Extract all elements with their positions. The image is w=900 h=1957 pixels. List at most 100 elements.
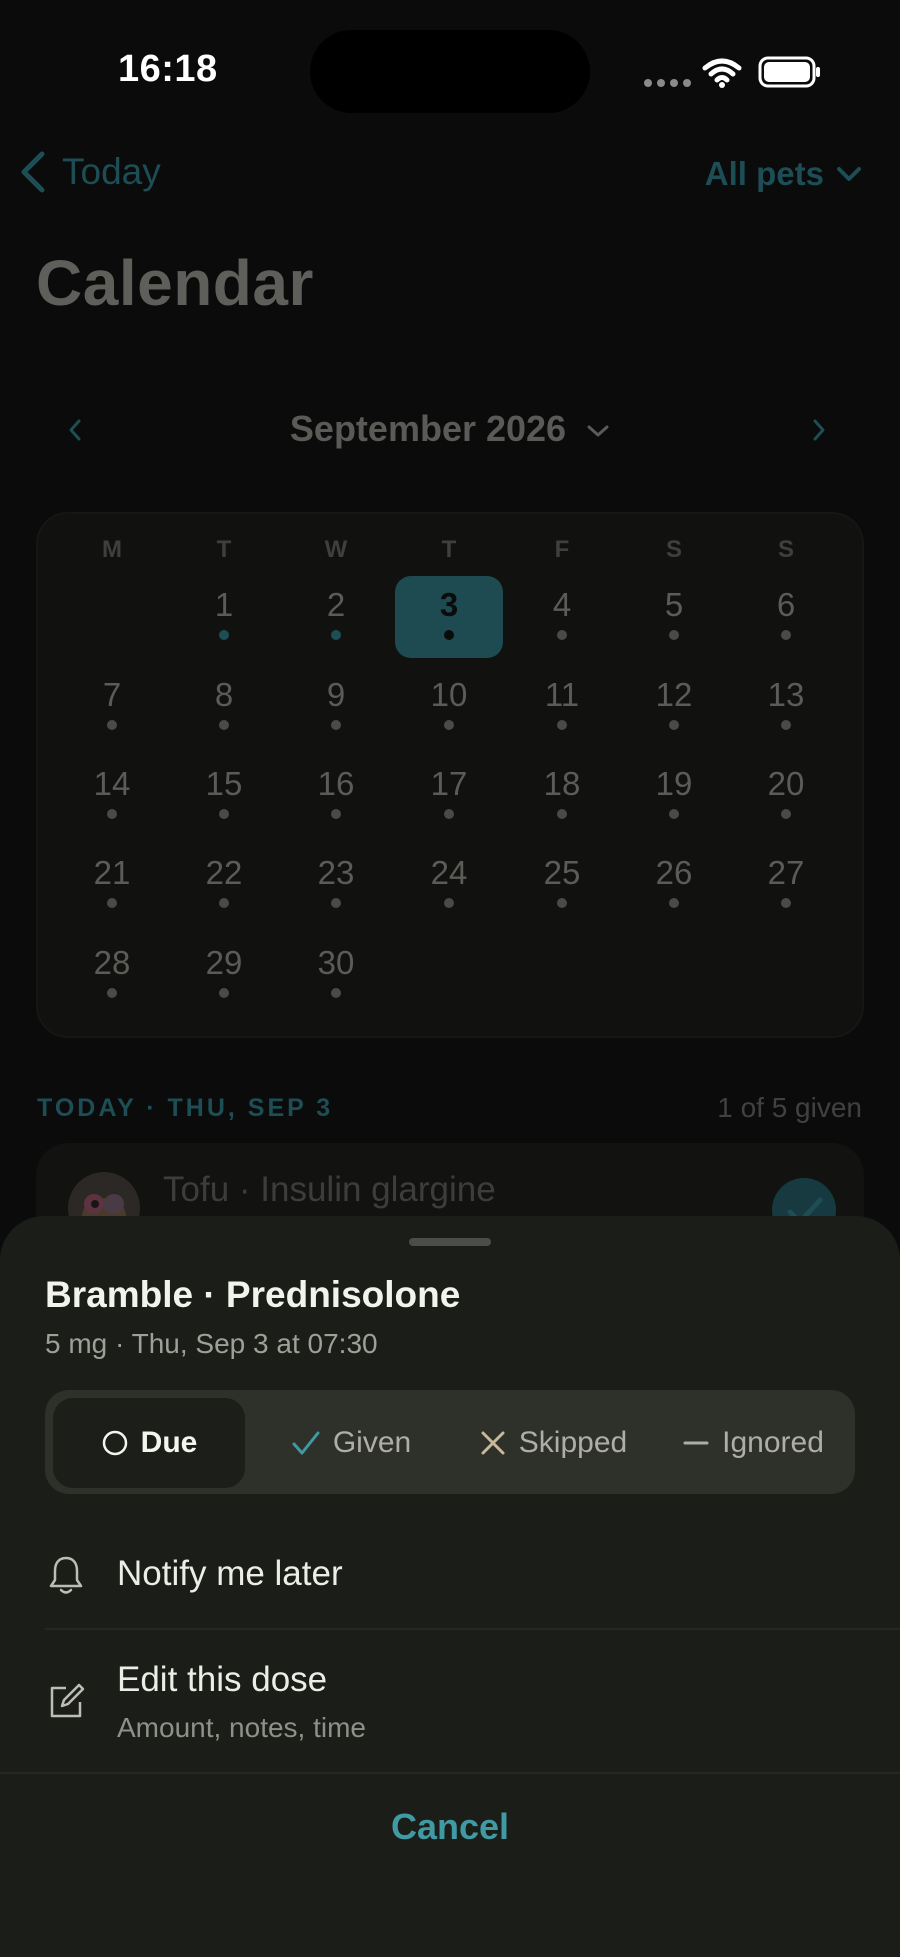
weekday-label: S (665, 536, 682, 563)
next-month-button[interactable] (812, 416, 826, 450)
calendar-day[interactable]: 20 (732, 755, 840, 837)
dose-dot (669, 809, 679, 819)
calendar-day[interactable]: 4 (508, 576, 616, 658)
dose-dot (219, 630, 229, 640)
day-number: 12 (655, 676, 693, 713)
day-number: 13 (767, 676, 805, 713)
back-button[interactable]: Today (18, 150, 161, 194)
day-number: 24 (430, 854, 468, 891)
dose-dot (331, 988, 341, 998)
calendar-day[interactable]: 17 (395, 755, 503, 837)
page-title: Calendar (36, 247, 314, 319)
day-number: 11 (544, 676, 580, 713)
calendar-day[interactable]: 22 (170, 844, 278, 926)
segment-due[interactable]: Due (53, 1398, 245, 1488)
segment-label: Ignored (722, 1426, 824, 1459)
chevron-right-icon (813, 419, 825, 441)
dose-dot (107, 898, 117, 908)
calendar-day[interactable]: 11 (508, 666, 616, 748)
cancel-button[interactable]: Cancel (0, 1806, 900, 1848)
day-number: 15 (205, 765, 243, 802)
wifi-icon (702, 58, 742, 88)
calendar-day[interactable]: 29 (170, 934, 278, 1016)
segment-ignored[interactable]: Ignored (657, 1398, 849, 1488)
calendar-day[interactable]: 1 (170, 576, 278, 658)
day-number: 25 (543, 854, 581, 891)
row-divider (0, 1772, 900, 1774)
day-number: 14 (93, 765, 131, 802)
dose-dot (219, 898, 229, 908)
calendar-day[interactable]: 10 (395, 666, 503, 748)
month-picker[interactable]: September 2026 (0, 408, 900, 450)
day-number: 5 (664, 586, 684, 623)
sheet-grabber[interactable] (409, 1238, 491, 1246)
weekday-label: T (216, 536, 232, 563)
calendar-day[interactable]: 23 (282, 844, 390, 926)
dose-dot (669, 898, 679, 908)
bell-icon (49, 1556, 83, 1594)
dose-dot (781, 630, 791, 640)
calendar-day[interactable]: 21 (58, 844, 166, 926)
notify-label: Notify me later (117, 1554, 343, 1593)
cellular-signal-icon (644, 79, 691, 87)
calendar-day-selected[interactable]: 3 (395, 576, 503, 658)
day-number: 26 (655, 854, 693, 891)
calendar-day[interactable]: 8 (170, 666, 278, 748)
calendar-day[interactable]: 15 (170, 755, 278, 837)
calendar-day[interactable]: 5 (620, 576, 728, 658)
day-number: 28 (93, 944, 131, 981)
calendar-day[interactable]: 30 (282, 934, 390, 1016)
calendar-day[interactable]: 19 (620, 755, 728, 837)
dose-dot (557, 898, 567, 908)
calendar-day[interactable]: 25 (508, 844, 616, 926)
calendar-day[interactable]: 12 (620, 666, 728, 748)
edit-dose-sublabel: Amount, notes, time (117, 1712, 367, 1743)
pets-filter-label: All pets (704, 155, 824, 192)
dose-dot (557, 630, 567, 640)
chevron-down-icon (587, 425, 609, 437)
calendar-day[interactable]: 26 (620, 844, 728, 926)
day-number: 1 (214, 586, 234, 623)
chevron-left-icon (21, 151, 45, 193)
pets-filter-button[interactable]: All pets (705, 155, 862, 193)
calendar-day[interactable]: 27 (732, 844, 840, 926)
day-number: 2 (326, 586, 346, 623)
calendar-day[interactable]: 13 (732, 666, 840, 748)
checkmark-icon (292, 1431, 320, 1455)
day-number: 23 (317, 854, 355, 891)
dose-dot (781, 898, 791, 908)
calendar-day[interactable]: 28 (58, 934, 166, 1016)
dose-dot (781, 809, 791, 819)
dose-dot (557, 809, 567, 819)
calendar-day[interactable]: 24 (395, 844, 503, 926)
day-number: 29 (205, 944, 243, 981)
segment-label: Due (140, 1426, 198, 1459)
doses-given-count: 1 of 5 given (717, 1092, 862, 1123)
edit-icon (50, 1683, 85, 1718)
dose-dot (557, 720, 567, 730)
calendar-day[interactable]: 14 (58, 755, 166, 837)
segment-label: Skipped (518, 1426, 628, 1459)
dose-dot (107, 720, 117, 730)
segment-skipped[interactable]: Skipped (457, 1398, 649, 1488)
dose-dot (444, 809, 454, 819)
calendar-day[interactable]: 7 (58, 666, 166, 748)
segment-given[interactable]: Given (255, 1398, 447, 1488)
dose-dot (331, 720, 341, 730)
dose-dot (781, 720, 791, 730)
weekday-label: F (554, 536, 570, 563)
sheet-title: Bramble · Prednisolone (45, 1274, 461, 1315)
battery-icon (758, 56, 820, 88)
day-number: 10 (430, 676, 468, 713)
calendar-day[interactable]: 9 (282, 666, 390, 748)
edit-dose-row[interactable] (0, 1632, 900, 1772)
edit-dose-label: Edit this dose (117, 1660, 328, 1699)
calendar-day[interactable]: 16 (282, 755, 390, 837)
day-number: 6 (776, 586, 796, 623)
dose-dot (331, 809, 341, 819)
calendar-day[interactable]: 2 (282, 576, 390, 658)
calendar-day[interactable]: 18 (508, 755, 616, 837)
weekday-label: S (777, 536, 794, 563)
dose-dot (444, 898, 454, 908)
calendar-day[interactable]: 6 (732, 576, 840, 658)
